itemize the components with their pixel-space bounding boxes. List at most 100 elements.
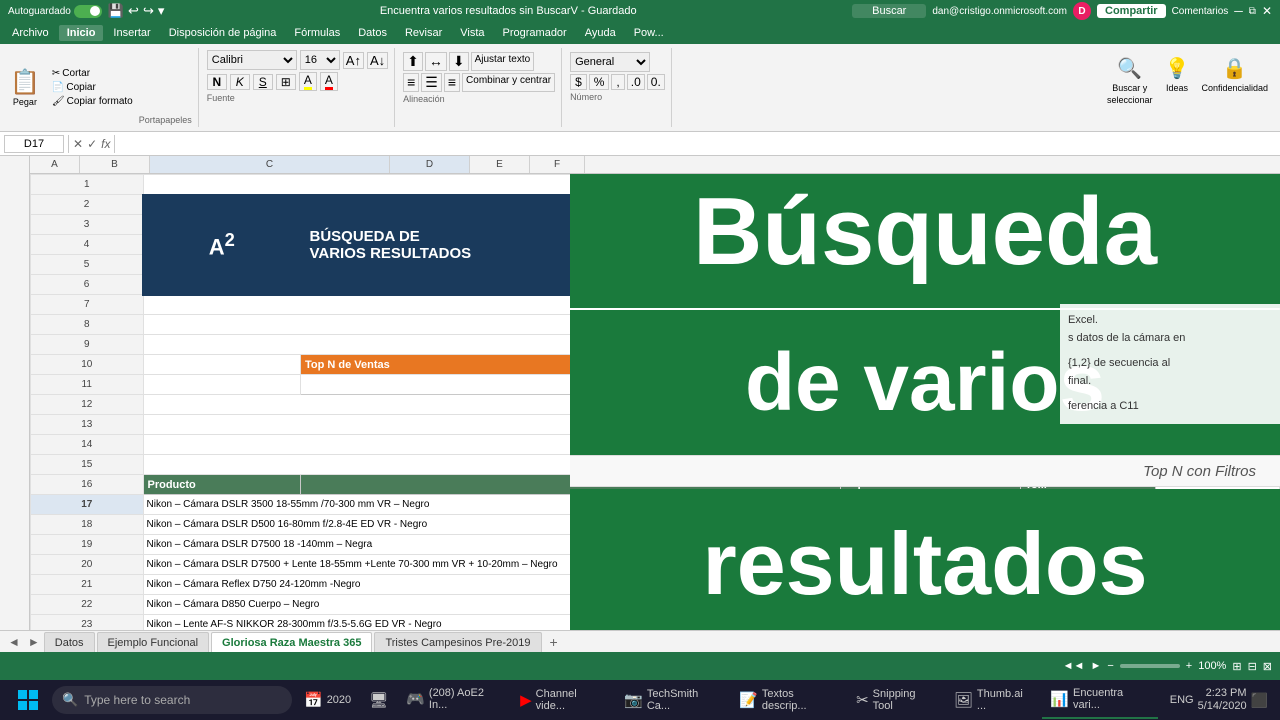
sheet-scroll-left[interactable]: ◄◄ <box>1063 660 1085 672</box>
taskbar-item-snipping[interactable]: ✂Snipping Tool <box>848 681 944 719</box>
align-right-button[interactable]: ≡ <box>444 73 460 92</box>
zoom-out-button[interactable]: − <box>1107 660 1113 672</box>
comma-button[interactable]: , <box>611 74 624 90</box>
menu-revisar[interactable]: Revisar <box>397 25 450 41</box>
taskbar-item-excel[interactable]: 📊Encuentra vari... <box>1042 681 1157 719</box>
tab-datos[interactable]: Datos <box>44 632 95 652</box>
taskbar-right-area: ENG 2:23 PM 5/14/2020 ⬛ <box>1162 687 1276 713</box>
tab-ejemplo[interactable]: Ejemplo Funcional <box>97 632 210 652</box>
sheet-nav-next[interactable]: ► <box>24 632 44 652</box>
decimal-dec-button[interactable]: 0. <box>647 74 665 90</box>
font-increase-button[interactable]: A↑ <box>343 52 364 69</box>
col-header-C[interactable]: C <box>150 156 390 173</box>
formula-bar: D17 ✕ ✓ fx <box>0 132 1280 156</box>
comments-button[interactable]: Comentarios <box>1172 6 1229 17</box>
zoom-in-button[interactable]: + <box>1186 660 1192 672</box>
topn-strip: Top N con Filtros <box>570 455 1280 487</box>
clipboard-label: Portapapeles <box>139 115 192 127</box>
fill-color-button[interactable]: A <box>299 72 317 91</box>
italic-button[interactable]: K <box>230 74 250 90</box>
cell-ref-input[interactable]: D17 <box>4 135 64 153</box>
menu-ayuda[interactable]: Ayuda <box>577 25 624 41</box>
font-color-button[interactable]: A <box>320 72 338 91</box>
notification-area[interactable]: ⬛ <box>1251 692 1268 709</box>
confidentiality-button[interactable]: 🔒 Confidencialidad <box>1197 52 1272 97</box>
copy-button[interactable]: 📄Copiar <box>48 81 137 94</box>
font-size-select[interactable]: 16 <box>300 50 340 70</box>
start-button[interactable] <box>4 680 52 720</box>
insert-function-button[interactable]: fx <box>101 137 110 151</box>
col-header-D[interactable]: D <box>390 156 470 173</box>
menu-pow[interactable]: Pow... <box>626 25 672 41</box>
border-button[interactable]: ⊞ <box>276 74 296 90</box>
sheet-tabs: ◄ ► Datos Ejemplo Funcional Gloriosa Raz… <box>0 630 1280 652</box>
cut-button[interactable]: ✂Cortar <box>48 67 137 80</box>
col-header-A[interactable]: A <box>30 156 80 173</box>
col-header-B[interactable]: B <box>80 156 150 173</box>
menu-programador[interactable]: Programador <box>495 25 575 41</box>
currency-button[interactable]: $ <box>570 74 587 90</box>
tab-gloriosa[interactable]: Gloriosa Raza Maestra 365 <box>211 632 372 652</box>
taskbar-item-aoe[interactable]: 🎮(208) AoE2 In... <box>398 681 510 719</box>
align-middle-button[interactable]: ↔ <box>425 52 447 71</box>
decimal-inc-button[interactable]: .0 <box>627 74 645 90</box>
sheet-scroll-right[interactable]: ► <box>1090 660 1101 672</box>
minimize-button[interactable]: ─ <box>1234 4 1243 18</box>
find-select-button[interactable]: 🔍 Buscar yseleccionar <box>1103 52 1157 109</box>
restore-button[interactable]: ⧉ <box>1249 6 1256 17</box>
ribbon-group-tools: 🔍 Buscar yseleccionar 💡 Ideas 🔒 Confiden… <box>1099 48 1276 127</box>
layout-page-button[interactable]: ⊟ <box>1248 660 1257 673</box>
col-header-F[interactable]: F <box>530 156 585 173</box>
align-top-button[interactable]: ⬆ <box>403 52 423 71</box>
merge-center-button[interactable]: Combinar y centrar <box>462 73 555 92</box>
paste-button[interactable]: 📋 A² Pegar <box>4 66 46 109</box>
font-name-select[interactable]: Calibri <box>207 50 297 70</box>
formula-input[interactable] <box>119 135 1276 153</box>
layout-normal-button[interactable]: ⊞ <box>1232 660 1241 673</box>
taskbar-item-monitor[interactable]: 🖥 <box>361 681 396 719</box>
align-center-button[interactable]: ☰ <box>421 73 442 92</box>
font-decrease-button[interactable]: A↓ <box>367 52 388 69</box>
column-headers: A B C D E F <box>0 156 1280 174</box>
wrap-text-button[interactable]: Ajustar texto <box>471 52 535 71</box>
underline-button[interactable]: S <box>253 74 273 90</box>
percent-button[interactable]: % <box>589 74 610 90</box>
format-copy-button[interactable]: 🖌Copiar formato <box>48 95 137 108</box>
autosave-switch[interactable] <box>74 5 102 18</box>
tab-tristes[interactable]: Tristes Campesinos Pre-2019 <box>374 632 541 652</box>
taskbar-item-date[interactable]: 📅2020 <box>296 681 359 719</box>
confirm-formula-button[interactable]: ✓ <box>87 137 97 151</box>
zoom-level: 100% <box>1198 660 1226 672</box>
share-button[interactable]: Compartir <box>1097 4 1166 18</box>
menu-vista[interactable]: Vista <box>452 25 492 41</box>
sheet-nav-prev[interactable]: ◄ <box>4 632 24 652</box>
align-bottom-button[interactable]: ⬇ <box>449 52 469 71</box>
taskbar-item-textos[interactable]: 📝Textos descrip... <box>731 681 846 719</box>
taskbar-item-thumb[interactable]: 🖼Thumb.ai ... <box>946 681 1040 719</box>
close-button[interactable]: ✕ <box>1262 4 1272 18</box>
menu-arquivo[interactable]: Archivo <box>4 25 57 41</box>
cancel-formula-button[interactable]: ✕ <box>73 137 83 151</box>
menu-datos[interactable]: Datos <box>350 25 395 41</box>
align-left-button[interactable]: ≡ <box>403 73 419 92</box>
tab-add[interactable]: + <box>544 632 564 652</box>
row-numbers <box>0 174 30 630</box>
col-header-E[interactable]: E <box>470 156 530 173</box>
taskbar-item-channel[interactable]: ▶Channel vide... <box>512 681 614 719</box>
menu-disposicion[interactable]: Disposición de página <box>161 25 285 41</box>
number-format-select[interactable]: General <box>570 52 650 72</box>
ribbon-group-font: Calibri 16 A↑ A↓ N K S ⊞ A A Fuente <box>201 48 395 127</box>
ideas-button[interactable]: 💡 Ideas <box>1161 52 1194 97</box>
bold-button[interactable]: N <box>207 74 227 90</box>
layout-break-button[interactable]: ⊠ <box>1263 660 1272 673</box>
zoom-slider[interactable] <box>1120 664 1180 668</box>
menu-formulas[interactable]: Fórmulas <box>286 25 348 41</box>
taskbar-item-techsmith[interactable]: 📷TechSmith Ca... <box>616 681 729 719</box>
menu-insertar[interactable]: Insertar <box>105 25 158 41</box>
alignment-group-label: Alineación <box>403 94 555 104</box>
autosave-toggle[interactable]: Autoguardado <box>8 5 102 18</box>
search-box[interactable]: Buscar <box>852 4 926 18</box>
ribbon-group-alignment: ⬆ ↔ ⬇ Ajustar texto ≡ ☰ ≡ Combinar y cen… <box>397 48 562 127</box>
taskbar-search-box[interactable]: 🔍 Type here to search <box>52 686 292 714</box>
menu-inicio[interactable]: Inicio <box>59 25 104 41</box>
